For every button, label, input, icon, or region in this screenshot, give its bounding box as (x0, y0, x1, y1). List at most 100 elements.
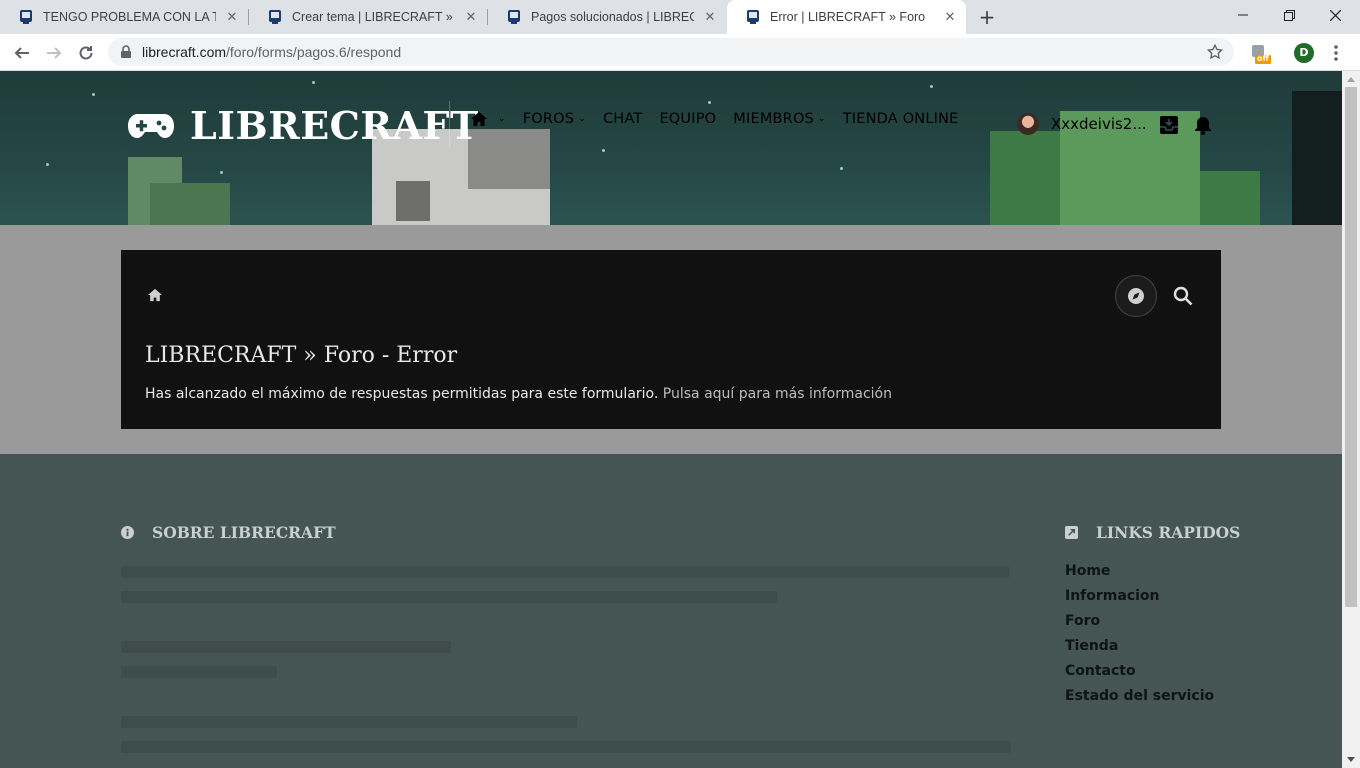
nav-item-foros[interactable]: FOROS ⌄ (523, 111, 586, 127)
home-icon (471, 112, 487, 126)
scroll-up-icon[interactable] (1347, 77, 1355, 82)
lock-icon[interactable] (120, 45, 132, 59)
nav-item-tienda[interactable]: TIENDA ONLINE (843, 111, 959, 127)
browser-tab-3[interactable]: Pagos solucionados | LIBRECRAFT ✕ (488, 0, 726, 34)
tab-title: TENGO PROBLEMA CON LA TIENDA (43, 10, 216, 24)
links-heading: LINKS RAPIDOS (1065, 523, 1240, 542)
footer-link-estado[interactable]: Estado del servicio (1065, 687, 1214, 712)
ghast-art (396, 181, 430, 221)
chevron-down-icon: ⌄ (578, 114, 586, 124)
url-path: /foro/forms/pagos.6/respond (226, 44, 402, 60)
forward-arrow-icon (47, 47, 62, 59)
page-scrollbar[interactable] (1342, 71, 1360, 768)
nav-label: MIEMBROS (733, 111, 814, 127)
address-bar[interactable]: librecraft.com/foro/forms/pagos.6/respon… (108, 38, 1234, 66)
user-menu[interactable]: Xxxdeivis2... (1017, 113, 1147, 135)
tab-title: Pagos solucionados | LIBRECRAFT (531, 10, 694, 24)
star-decoration (92, 93, 95, 96)
minimize-button[interactable] (1220, 0, 1266, 30)
scroll-down-icon[interactable] (1347, 757, 1355, 762)
footer-link-foro[interactable]: Foro (1065, 612, 1214, 637)
logo-text: LIBRECRAFT (190, 103, 479, 148)
kebab-menu-icon (1334, 45, 1338, 61)
star-decoration (602, 149, 605, 152)
about-text-line (121, 716, 577, 728)
close-tab-icon[interactable]: ✕ (222, 10, 242, 25)
username: Xxxdeivis2... (1051, 115, 1147, 133)
footer-link-contacto[interactable]: Contacto (1065, 662, 1214, 687)
browser-menu-button[interactable] (1328, 42, 1344, 64)
main-navigation: ⌄ FOROS ⌄ CHAT EQUIPO MIEMBROS ⌄ TIENDA ON… (470, 111, 976, 127)
forward-button[interactable] (41, 40, 67, 66)
site-favicon-icon (20, 10, 32, 24)
reload-icon (79, 46, 93, 60)
profile-avatar[interactable]: D (1294, 43, 1314, 63)
error-message: Has alcanzado el máximo de respuestas pe… (145, 386, 892, 402)
nav-label: TIENDA ONLINE (842, 111, 959, 127)
restore-icon (1283, 9, 1295, 21)
nav-item-chat[interactable]: CHAT (603, 111, 642, 127)
inbox-icon[interactable] (1159, 115, 1179, 135)
info-icon (121, 526, 134, 539)
about-text-line (121, 641, 451, 653)
page-viewport: LIBRECRAFT ⌄ FOROS ⌄ CHAT EQUIPO MIEMBROS… (0, 71, 1342, 768)
restore-button[interactable] (1266, 0, 1312, 30)
star-decoration (840, 167, 843, 170)
nav-item-equipo[interactable]: EQUIPO (659, 111, 716, 127)
nav-label: CHAT (602, 111, 643, 127)
about-text-line (121, 566, 1009, 578)
about-heading: SOBRE LIBRECRAFT (121, 523, 336, 542)
about-text-line (121, 591, 777, 603)
avatar (1017, 113, 1039, 135)
chevron-down-icon: ⌄ (817, 114, 826, 124)
tab-title: Crear tema | LIBRECRAFT » Foro (292, 10, 455, 24)
browser-tab-1[interactable]: TENGO PROBLEMA CON LA TIENDA ✕ (0, 0, 248, 34)
site-logo[interactable]: LIBRECRAFT (128, 103, 479, 148)
nav-label: EQUIPO (659, 111, 717, 127)
nav-home[interactable]: ⌄ (470, 111, 506, 127)
shadow-art (1292, 91, 1342, 225)
star-decoration (312, 81, 315, 84)
site-favicon-icon (269, 10, 281, 24)
search-icon[interactable] (1173, 286, 1193, 306)
chevron-down-icon: ⌄ (498, 114, 506, 124)
close-tab-icon[interactable]: ✕ (940, 10, 960, 25)
error-panel: LIBRECRAFT » Foro - Error Has alcanzado … (121, 250, 1221, 429)
close-icon (1329, 9, 1341, 21)
gamepad-icon (128, 113, 174, 138)
page-title: LIBRECRAFT » Foro - Error (145, 343, 458, 368)
star-decoration (46, 163, 49, 166)
footer-link-tienda[interactable]: Tienda (1065, 637, 1214, 662)
nav-label: FOROS (522, 111, 575, 127)
new-tab-button[interactable]: + (976, 6, 998, 28)
close-window-button[interactable] (1312, 0, 1358, 30)
explore-button[interactable] (1115, 275, 1157, 317)
footer-link-informacion[interactable]: Informacion (1065, 587, 1214, 612)
footer-link-home[interactable]: Home (1065, 562, 1214, 587)
minimize-icon (1238, 14, 1248, 16)
url-text[interactable]: librecraft.com/foro/forms/pagos.6/respon… (142, 44, 401, 60)
extension-badge: off (1257, 54, 1269, 63)
star-decoration (708, 101, 711, 104)
star-decoration (220, 171, 223, 174)
browser-tab-active[interactable]: Error | LIBRECRAFT » Foro ✕ (727, 0, 966, 34)
close-tab-icon[interactable]: ✕ (461, 10, 481, 25)
error-text: Has alcanzado el máximo de respuestas pe… (145, 386, 659, 402)
tab-strip: TENGO PROBLEMA CON LA TIENDA ✕ Crear tem… (0, 0, 1360, 34)
creeper-art (150, 183, 230, 225)
links-heading-text: LINKS RAPIDOS (1096, 523, 1241, 542)
more-info-link[interactable]: Pulsa aquí para más información (663, 386, 892, 402)
about-text-line (121, 741, 1011, 753)
bell-icon[interactable] (1193, 115, 1213, 135)
back-button[interactable] (9, 40, 35, 66)
compass-icon (1128, 288, 1144, 304)
close-tab-icon[interactable]: ✕ (700, 10, 720, 25)
scrollbar-thumb[interactable] (1345, 87, 1357, 607)
ghast-art (468, 129, 550, 189)
extension-button[interactable]: off (1249, 43, 1271, 65)
browser-tab-2[interactable]: Crear tema | LIBRECRAFT » Foro ✕ (249, 0, 487, 34)
nav-item-miembros[interactable]: MIEMBROS ⌄ (733, 111, 825, 127)
bookmark-star-icon[interactable] (1206, 43, 1224, 61)
breadcrumb-home-icon[interactable] (147, 288, 163, 302)
reload-button[interactable] (73, 40, 99, 66)
